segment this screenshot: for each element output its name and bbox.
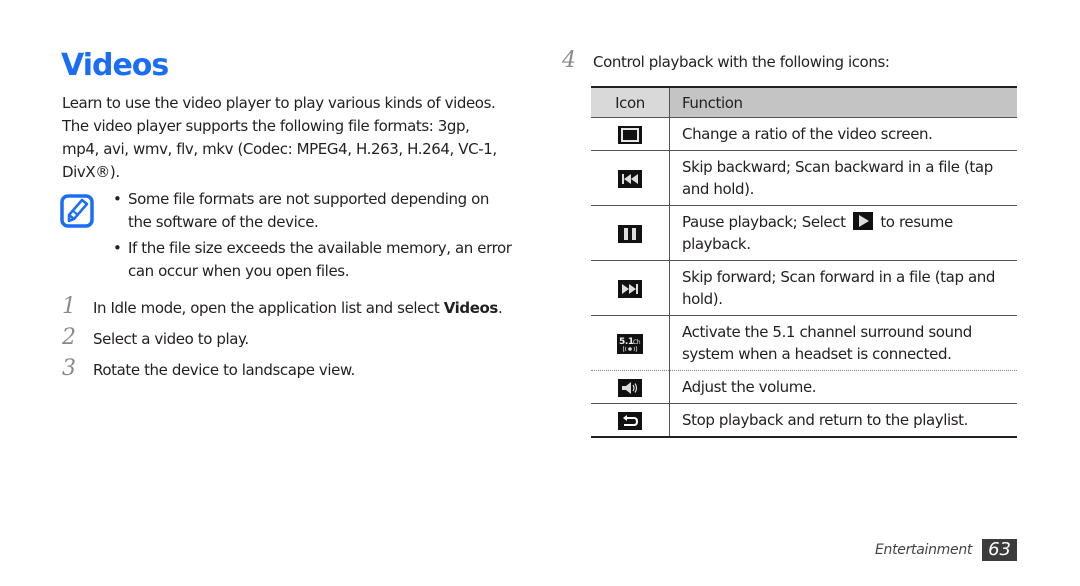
table-row: Skip backward; Scan backward in a file (… [591, 150, 1017, 206]
table-row: Adjust the volume. [591, 370, 1017, 404]
function-text: Adjust the volume. [669, 370, 1017, 404]
volume-icon [618, 378, 642, 397]
table-row: 5.1 Ch Activate the 5.1 channel surround… [591, 315, 1017, 371]
footer-section-name: Entertainment [874, 542, 973, 558]
step-2: 2 Select a video to play. [62, 325, 512, 351]
surround-5-1-icon: 5.1 Ch [617, 333, 643, 354]
pause-icon [618, 224, 642, 243]
table-row: Skip forward; Scan forward in a file (ta… [591, 260, 1017, 316]
step-text: Select a video to play. [93, 330, 249, 348]
table-row: Stop playback and return to the playlist… [591, 403, 1017, 438]
svg-text:Ch: Ch [633, 339, 641, 346]
header-icon: Icon [591, 86, 670, 118]
step-bold-term: Videos [443, 299, 499, 317]
function-text: Activate the 5.1 channel surround sound … [669, 315, 1017, 371]
step-4: 4 Control playback with the following ic… [562, 48, 1053, 74]
page-title: Videos [61, 48, 169, 83]
step-1: 1 In Idle mode, open the application lis… [62, 294, 512, 320]
function-text: Skip backward; Scan backward in a file (… [669, 150, 1017, 206]
step-3: 3 Rotate the device to landscape view. [62, 356, 512, 382]
skip-backward-icon [618, 169, 642, 188]
table-row: Change a ratio of the video screen. [591, 117, 1017, 151]
step-number: 2 [62, 325, 76, 350]
function-text: Change a ratio of the video screen. [669, 117, 1017, 151]
note-item: Some file formats are not supported depe… [113, 188, 513, 234]
skip-forward-icon [618, 279, 642, 298]
function-text: Skip forward; Scan forward in a file (ta… [669, 260, 1017, 316]
header-function: Function [669, 86, 1017, 118]
function-text-start: Pause playback; Select [682, 213, 850, 231]
steps-list: 1 In Idle mode, open the application lis… [62, 294, 512, 390]
note-item: If the file size exceeds the available m… [113, 237, 513, 283]
note-list: Some file formats are not supported depe… [113, 188, 513, 286]
step-text: Rotate the device to landscape view. [93, 361, 355, 379]
table-header-row: Icon Function [591, 86, 1017, 118]
icon-function-table: Icon Function Change a ratio of the vide… [591, 86, 1017, 438]
play-icon [852, 212, 873, 230]
aspect-ratio-icon [618, 125, 642, 144]
step-number: 1 [62, 294, 76, 319]
note-pencil-icon [60, 194, 94, 228]
page-footer: Entertainment 63 [875, 539, 1017, 561]
step-number: 4 [562, 48, 576, 73]
step-text: Control playback with the following icon… [593, 53, 890, 71]
intro-paragraph: Learn to use the video player to play va… [62, 94, 497, 181]
table-row: Pause playback; Select to resume playbac… [591, 205, 1017, 261]
step-text-end: . [497, 299, 503, 317]
svg-text:5.1: 5.1 [619, 337, 634, 347]
step-number: 3 [62, 356, 76, 381]
page-number: 63 [982, 539, 1017, 561]
function-text: Stop playback and return to the playlist… [669, 403, 1017, 438]
function-text: Pause playback; Select to resume playbac… [669, 205, 1017, 261]
return-icon [618, 411, 642, 430]
step-text: In Idle mode, open the application list … [93, 299, 444, 317]
